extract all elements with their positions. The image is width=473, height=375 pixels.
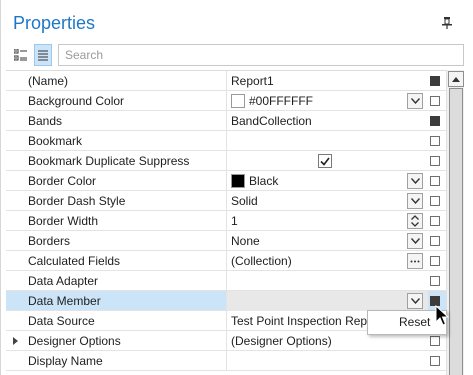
property-value-cell[interactable]: Black xyxy=(226,171,428,191)
chevron-down-icon[interactable] xyxy=(407,233,423,249)
property-marker-default-icon[interactable] xyxy=(430,356,440,366)
property-value-cell[interactable] xyxy=(226,151,428,171)
properties-panel: Properties Search (Name) Report1 Backgro… xyxy=(0,0,473,375)
ellipsis-icon[interactable] xyxy=(407,253,423,269)
property-marker-set-icon[interactable] xyxy=(430,116,440,126)
property-name: Calculated Fields xyxy=(28,254,121,268)
property-marker-default-icon[interactable] xyxy=(430,236,440,246)
property-value-cell[interactable]: (Collection) xyxy=(226,251,428,271)
panel-title: Properties xyxy=(13,13,96,33)
property-row-bookmark[interactable]: Bookmark xyxy=(6,131,446,151)
property-row-name[interactable]: (Name) Report1 xyxy=(6,71,446,91)
property-marker-set-icon[interactable] xyxy=(430,76,440,86)
scrollbar-thumb[interactable] xyxy=(449,88,463,375)
property-value-cell[interactable]: None xyxy=(226,231,428,251)
property-value-cell[interactable] xyxy=(226,271,428,291)
property-row-display-name[interactable]: Display Name xyxy=(6,351,446,371)
property-value: Black xyxy=(249,174,279,188)
property-value: Report1 xyxy=(231,74,274,88)
property-row-border-dash-style[interactable]: Border Dash Style Solid xyxy=(6,191,446,211)
checkbox[interactable] xyxy=(318,154,332,168)
spin-buttons-icon[interactable] xyxy=(407,213,423,229)
categorized-view-icon[interactable] xyxy=(12,44,30,66)
property-value: BandCollection xyxy=(231,114,312,128)
toolbar xyxy=(1,44,473,68)
expand-arrow-icon[interactable] xyxy=(10,336,20,346)
property-name: Border Width xyxy=(28,214,99,228)
property-name: Border Dash Style xyxy=(28,194,126,208)
color-swatch xyxy=(231,94,245,108)
property-name: Display Name xyxy=(28,354,103,368)
property-name: Bands xyxy=(28,114,63,128)
property-row-data-adapter[interactable]: Data Adapter xyxy=(6,271,446,291)
property-value: #00FFFFFF xyxy=(249,94,314,108)
property-row-data-member[interactable]: Data Member xyxy=(6,291,446,311)
property-name: (Name) xyxy=(28,74,69,88)
property-marker-default-icon[interactable] xyxy=(430,136,440,146)
property-value: None xyxy=(231,234,260,248)
property-value: 1 xyxy=(231,214,238,228)
property-marker-default-icon[interactable] xyxy=(430,256,440,266)
property-marker-default-icon[interactable] xyxy=(430,276,440,286)
mouse-cursor-icon xyxy=(435,304,450,327)
color-swatch xyxy=(231,174,245,188)
property-name: Data Source xyxy=(28,314,95,328)
chevron-down-icon[interactable] xyxy=(407,173,423,189)
property-name: Background Color xyxy=(28,94,125,108)
property-name: Data Member xyxy=(28,294,101,308)
property-name: Borders xyxy=(28,234,71,248)
property-name: Border Color xyxy=(28,174,97,188)
scroll-up-arrow-icon[interactable] xyxy=(448,71,464,87)
property-name: Bookmark xyxy=(28,134,83,148)
property-value-cell[interactable]: BandCollection xyxy=(226,111,428,131)
property-value xyxy=(231,271,411,291)
property-row-border-width[interactable]: Border Width 1 xyxy=(6,211,446,231)
property-value: (Collection) xyxy=(231,254,292,268)
property-marker-default-icon[interactable] xyxy=(430,176,440,186)
property-row-calculated-fields[interactable]: Calculated Fields (Collection) xyxy=(6,251,446,271)
property-name: Data Adapter xyxy=(28,274,99,288)
property-value: Solid xyxy=(231,194,258,208)
property-row-bands[interactable]: Bands BandCollection xyxy=(6,111,446,131)
chevron-down-icon[interactable] xyxy=(407,193,423,209)
property-marker-default-icon[interactable] xyxy=(430,336,440,346)
property-value xyxy=(231,351,411,371)
property-row-border-color[interactable]: Border Color Black xyxy=(6,171,446,191)
property-value-cell[interactable]: Report1 xyxy=(226,71,428,91)
property-value-cell[interactable] xyxy=(226,351,428,371)
property-value-cell[interactable]: #00FFFFFF xyxy=(226,91,428,111)
property-value xyxy=(231,131,411,151)
alphabetical-view-icon[interactable] xyxy=(34,44,52,66)
property-row-bookmark-duplicate-suppress[interactable]: Bookmark Duplicate Suppress xyxy=(6,151,446,171)
property-value-cell[interactable] xyxy=(226,131,428,151)
property-name: Designer Options xyxy=(28,334,121,348)
title-bar: Properties xyxy=(1,0,473,44)
chevron-down-icon[interactable] xyxy=(407,293,423,309)
property-marker-default-icon[interactable] xyxy=(430,196,440,206)
property-row-borders[interactable]: Borders None xyxy=(6,231,446,251)
pin-icon[interactable] xyxy=(440,16,454,30)
property-value-cell[interactable]: Solid xyxy=(226,191,428,211)
property-marker-default-icon[interactable] xyxy=(430,216,440,226)
vertical-scrollbar[interactable] xyxy=(446,70,464,375)
property-value-cell[interactable]: 1 xyxy=(226,211,428,231)
chevron-down-icon[interactable] xyxy=(407,93,423,109)
property-row-background-color[interactable]: Background Color #00FFFFFF xyxy=(6,91,446,111)
search-input[interactable] xyxy=(58,44,464,66)
property-marker-default-icon[interactable] xyxy=(430,156,440,166)
property-name: Bookmark Duplicate Suppress xyxy=(28,154,190,168)
property-value-cell[interactable] xyxy=(226,291,428,311)
property-value xyxy=(231,291,411,311)
property-marker-default-icon[interactable] xyxy=(430,96,440,106)
